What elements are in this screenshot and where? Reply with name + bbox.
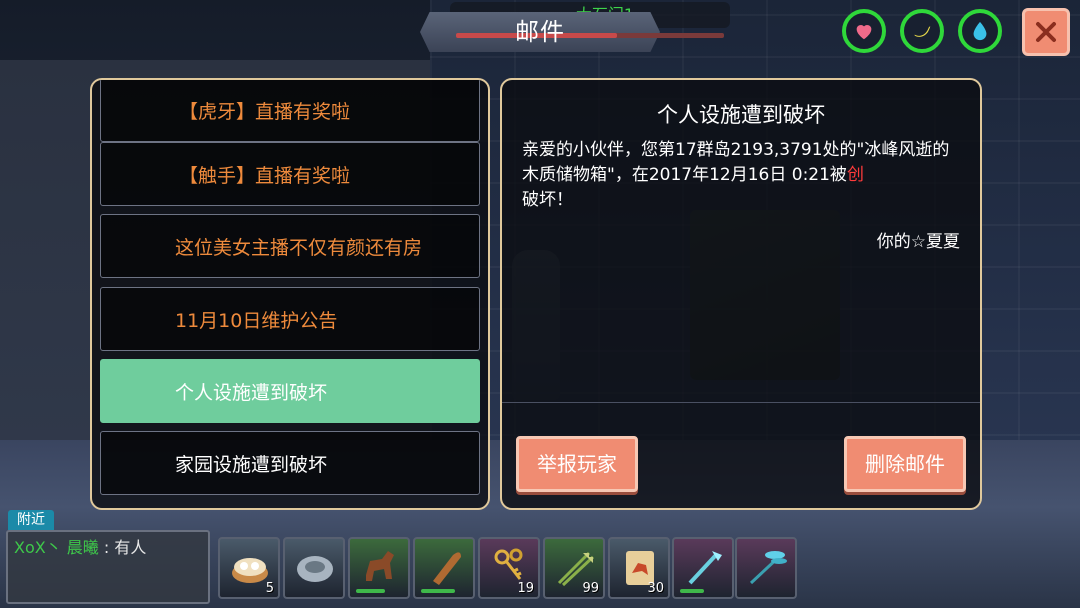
hotbar-slot-7[interactable]: 30	[608, 537, 670, 599]
chat-tab-nearby[interactable]: 附近	[8, 510, 54, 530]
crystal-staff-icon	[688, 551, 722, 585]
mail-subject: 个人设施遭到破坏	[657, 103, 825, 127]
item-count: 5	[265, 581, 274, 596]
banana-icon	[914, 26, 931, 37]
food-indicator[interactable]	[900, 9, 944, 53]
chat-sender: XoX丶 晨曦	[14, 538, 99, 557]
stone-disc-icon	[297, 556, 333, 582]
mail-item-streamer[interactable]: 这位美女主播不仅有颜还有房	[100, 214, 480, 278]
durability-bar	[680, 589, 704, 593]
report-player-button[interactable]: 举报玩家	[516, 436, 638, 492]
mail-item-personal-facility[interactable]: 个人设施遭到破坏	[100, 359, 480, 423]
mail-signature: 你的☆夏夏	[876, 232, 960, 252]
page-title: 邮件	[515, 18, 565, 46]
health-indicator[interactable]	[842, 9, 886, 53]
hotbar-slot-9[interactable]	[735, 537, 797, 599]
mail-item-label: 家园设施遭到破坏	[175, 453, 328, 476]
hotbar-slot-6[interactable]: 99	[543, 537, 605, 599]
chat-separator: :	[98, 538, 115, 557]
water-drop-icon	[973, 21, 987, 41]
heart-icon	[856, 25, 872, 40]
delete-mail-button[interactable]: 删除邮件	[844, 436, 966, 492]
mail-body: 亲爱的小伙伴，您第17群岛2193,3791处的"冰峰风逝的木质储物箱"，在20…	[522, 138, 962, 213]
mail-body-highlight: 创	[846, 165, 864, 185]
water-indicator[interactable]	[958, 9, 1002, 53]
hotbar-slot-1[interactable]: 5	[218, 537, 280, 599]
hotbar-slot-2[interactable]	[283, 537, 345, 599]
chat-box[interactable]: XoX丶 晨曦 : 有人	[6, 530, 210, 604]
dragonfly-icon	[749, 551, 787, 585]
item-count: 30	[647, 581, 664, 596]
hotbar-slot-4[interactable]	[413, 537, 475, 599]
mail-item-label: 11月10日维护公告	[175, 309, 338, 332]
mail-list-panel[interactable]: 【虎牙】直播有奖啦 【触手】直播有奖啦 这位美女主播不仅有颜还有房 11月10日…	[90, 78, 490, 510]
mail-item-label: 这位美女主播不仅有颜还有房	[175, 236, 423, 259]
hotbar-slot-5[interactable]: 19	[478, 537, 540, 599]
item-count: 99	[582, 581, 599, 596]
mail-body-text: 亲爱的小伙伴，您第17群岛2193,3791处的"冰峰风逝的木质储物箱"，在20…	[522, 140, 950, 185]
chat-text: 有人	[114, 538, 147, 557]
mail-item-maintenance[interactable]: 11月10日维护公告	[100, 287, 480, 351]
horse-icon	[366, 551, 394, 581]
wooden-club-icon	[433, 552, 461, 585]
close-button[interactable]	[1022, 8, 1070, 56]
mail-item-home-facility[interactable]: 家园设施遭到破坏	[100, 431, 480, 495]
mail-body-end: 破坏！	[522, 190, 573, 210]
durability-bar	[356, 589, 385, 593]
chat-message: XoX丶 晨曦 : 有人	[14, 538, 146, 558]
mail-item-label: 个人设施遭到破坏	[175, 381, 328, 404]
hotbar-slot-8[interactable]	[672, 537, 734, 599]
mail-item-chushou[interactable]: 【触手】直播有奖啦	[100, 142, 480, 206]
hotbar-slot-3[interactable]	[348, 537, 410, 599]
durability-bar	[421, 589, 455, 593]
close-icon	[1036, 22, 1056, 42]
detail-divider	[502, 402, 980, 403]
mail-item-label: 【触手】直播有奖啦	[179, 164, 351, 187]
item-count: 19	[517, 581, 534, 596]
mail-item-label: 【虎牙】直播有奖啦	[179, 100, 351, 123]
mail-item-huya[interactable]: 【虎牙】直播有奖啦	[100, 80, 480, 142]
mail-detail-panel: 个人设施遭到破坏 亲爱的小伙伴，您第17群岛2193,3791处的"冰峰风逝的木…	[500, 78, 982, 510]
